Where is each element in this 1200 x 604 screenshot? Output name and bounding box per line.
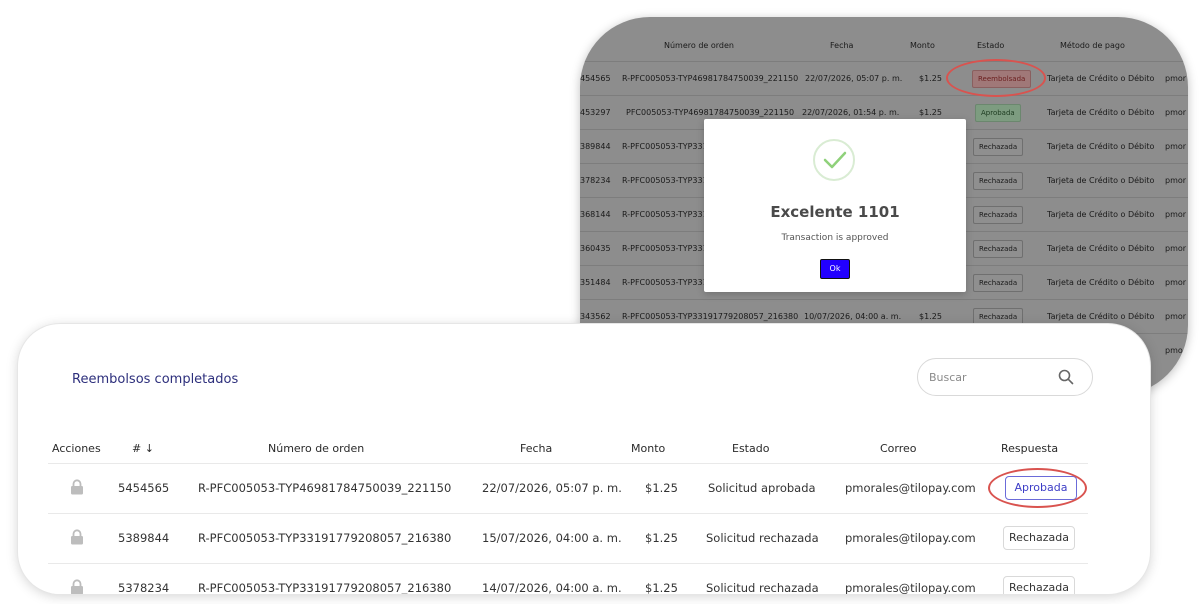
row-method: Tarjeta de Crédito o Débito [1047,142,1155,151]
row-amount: $1.25 [919,312,942,321]
row-date: 10/07/2026, 04:00 a. m. [804,312,902,321]
search-icon[interactable] [1058,369,1074,385]
lock-icon [71,479,83,495]
row-user: pmor [1165,312,1187,321]
header-amount: Monto [631,442,666,455]
row-id: 360435 [580,244,611,253]
table-row[interactable]: 5454565 R-PFC005053-TYP46981784750039_22… [48,463,1088,513]
row-date: 14/07/2026, 04:00 a. m. [482,581,622,594]
row-order: R-PFC005053-TYP46981784750039_221150 [622,74,799,83]
header-date: Fecha [830,41,854,50]
row-order: R-PFC005053-TYP3319 [622,142,713,151]
row-amount: $1.25 [645,581,678,594]
row-date: 15/07/2026, 04:00 a. m. [482,531,622,545]
status-badge: Rechazada [973,172,1024,190]
response-rejected-button[interactable]: Rechazada [1003,526,1075,550]
row-method: Tarjeta de Crédito o Débito [1047,244,1155,253]
row-order: R-PFC005053-TYP33191779208057_216380 [198,581,452,594]
header-number-sort[interactable]: # ↓ [132,442,154,455]
row-date: 22/07/2026, 01:54 p. m. [802,108,900,117]
row-id: 453297 [580,108,611,117]
check-icon [813,139,855,181]
status-badge: Rechazada [973,274,1024,292]
header-response: Respuesta [1001,442,1059,455]
row-method: Tarjeta de Crédito o Débito [1047,278,1155,287]
row-status: Solicitud aprobada [708,481,816,495]
modal-title: Excelente 1101 [770,203,900,221]
header-actions: Acciones [52,442,101,455]
row-user: pmor [1165,210,1187,219]
row-id: 343562 [580,312,611,321]
row-id: 378234 [580,176,611,185]
row-order: R-PFC005053-TYP3319 [622,244,713,253]
table-row[interactable]: 5378234 R-PFC005053-TYP33191779208057_21… [48,563,1088,594]
row-number: 5378234 [118,581,170,594]
row-user: pmor [1165,244,1187,253]
page-title: Reembolsos completados [72,372,239,387]
lock-icon [71,529,83,545]
row-number: 5389844 [118,531,170,545]
status-badge: Rechazada [973,138,1024,156]
row-user: pmor [1165,142,1187,151]
row-amount: $1.25 [645,481,678,495]
row-amount: $1.25 [919,108,942,117]
row-user: pmo [1165,346,1183,355]
row-method: Tarjeta de Crédito o Débito [1047,108,1155,117]
row-email: pmorales@tilopay.com [845,531,976,545]
status-badge: Aprobada [975,104,1021,122]
row-method: Tarjeta de Crédito o Débito [1047,210,1155,219]
row-date: 22/07/2026, 05:07 p. m. [805,74,903,83]
refunds-panel: Reembolsos completados Buscar Acciones #… [32,332,1106,594]
header-status: Estado [732,442,770,455]
response-rejected-button[interactable]: Rechazada [1003,576,1075,594]
header-date: Fecha [520,442,553,455]
row-user: pmor [1165,108,1187,117]
table-row[interactable]: 5389844 R-PFC005053-TYP33191779208057_21… [48,513,1088,563]
row-order: R-PFC005053-TYP3319 [622,278,713,287]
header-payment-method: Método de pago [1060,41,1125,50]
header-order-number: Número de orden [268,442,365,455]
search-input[interactable]: Buscar [917,358,1093,396]
row-number: 5454565 [118,481,170,495]
row-order: R-PFC005053-TYP33191779208057_216380 [198,531,452,545]
header-status: Estado [977,41,1005,50]
success-modal: Excelente 1101 Transaction is approved O… [704,119,966,292]
row-user: pmor [1165,278,1187,287]
row-status: Solicitud rechazada [706,531,819,545]
row-status: Solicitud rechazada [706,581,819,594]
row-order: R-PFC005053-TYP46981784750039_221150 [198,481,452,495]
row-order: R-PFC005053-TYP3319 [622,210,713,219]
refunds-card: Reembolsos completados Buscar Acciones #… [18,324,1150,594]
row-amount: $1.25 [919,74,942,83]
search-placeholder: Buscar [929,371,967,384]
row-method: Tarjeta de Crédito o Débito [1047,176,1155,185]
row-user: pmor [1165,176,1187,185]
row-user: pmor [1165,74,1187,83]
table-row[interactable]: 454565 R-PFC005053-TYP46981784750039_221… [580,61,1188,96]
status-badge: Rechazada [973,240,1024,258]
header-order-number: Número de orden [664,41,734,50]
row-id: 351484 [580,278,611,287]
highlight-ellipse [988,468,1087,508]
row-email: pmorales@tilopay.com [845,581,976,594]
row-amount: $1.25 [645,531,678,545]
row-date: 22/07/2026, 05:07 p. m. [482,481,622,495]
header-amount: Monto [910,41,935,50]
row-email: pmorales@tilopay.com [845,481,976,495]
row-id: 454565 [580,74,611,83]
row-id: 389844 [580,142,611,151]
status-badge: Rechazada [973,206,1024,224]
row-id: 368144 [580,210,611,219]
row-order: R-PFC005053-TYP3319 [622,176,713,185]
highlight-ellipse [946,59,1046,97]
row-order: R-PFC005053-TYP33191779208057_216380 [622,312,799,321]
lock-icon [71,579,83,594]
row-order: PFC005053-TYP46981784750039_221150 [626,108,795,117]
row-method: Tarjeta de Crédito o Débito [1047,74,1155,83]
ok-button[interactable]: Ok [820,259,850,279]
header-email: Correo [880,442,917,455]
row-method: Tarjeta de Crédito o Débito [1047,312,1155,321]
modal-message: Transaction is approved [781,233,889,243]
